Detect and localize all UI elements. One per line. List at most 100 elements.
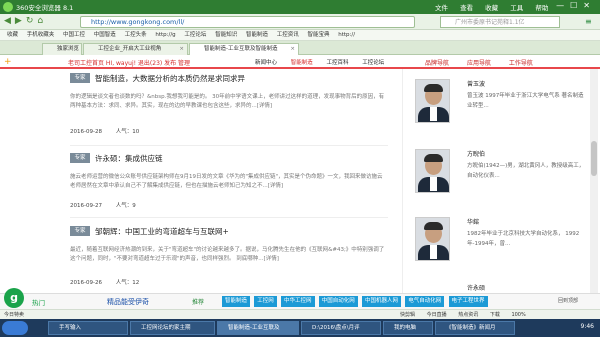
taskbar-item[interactable]: D:\2016\盘点\月评 (301, 321, 381, 335)
tab-label: 独家浏览 (57, 46, 80, 52)
nav-news[interactable]: 新闻中心 (255, 60, 277, 66)
status-right: 快剪辑 今日直播 热点资讯 下载 100% (400, 311, 536, 318)
tab-item[interactable]: 工控企业_开启大工业视角 × (83, 43, 188, 55)
divider (70, 217, 388, 218)
article-item: 专家 邹朝辉：中国工业的弯道超车与互联网+ 最近，随着互联网经济热潮的到来，关于… (70, 226, 388, 290)
site-logo-icon[interactable]: g (4, 288, 24, 308)
tab-item[interactable]: 独家浏览 (42, 43, 82, 55)
partner-link[interactable]: 中国自动化网 (318, 296, 358, 307)
tab-bar: 独家浏览 工控企业_开启大工业视角 × 智能制造-工业互联及智能制造 × (0, 41, 600, 55)
nav-buttons[interactable]: ◀▶↻⌂ (4, 16, 47, 26)
add-icon[interactable]: + (4, 57, 12, 67)
url-input[interactable]: http://www.gongkong.com/ll/ (80, 16, 415, 28)
site-nav-items: 新闻中心 智能制造 工控百科 工控论坛 (255, 58, 396, 66)
menu-tools[interactable]: 工具 (510, 4, 523, 12)
browser-title: 360安全浏览器 8.1 (16, 4, 74, 12)
hot-label[interactable]: 热门 (32, 297, 45, 307)
browser-menu: 文件 查看 收藏 工具 帮助 (435, 2, 558, 12)
start-button[interactable] (2, 321, 28, 335)
nav-encyclopedia[interactable]: 工控百科 (327, 60, 349, 66)
expert-name[interactable]: 方睨伯 (467, 149, 485, 158)
expert-card[interactable]: 方睨伯 方睨伯(1942—)男，湖北黄冈人，教授级高工，自动化仪表... (415, 149, 585, 199)
address-bar: ◀▶↻⌂ http://www.gongkong.com/ll/ ⚲ 广州市委原… (0, 14, 600, 30)
window-controls[interactable]: —☐✕ (556, 1, 596, 10)
status-item[interactable]: 下载 (490, 312, 500, 318)
article-title[interactable]: 智能制造，大数据分析的本质仍然是求同求异 (95, 73, 245, 84)
close-tab-icon[interactable]: × (179, 44, 184, 55)
tab-label: 工控企业_开启大工业视角 (98, 46, 162, 52)
bookmark-item[interactable]: 智能宝典 (307, 30, 329, 41)
recommend-label: 推荐 (192, 299, 205, 306)
nav-work[interactable]: 工作导航 (509, 60, 533, 67)
partner-link[interactable]: 电气自动化网 (405, 296, 445, 307)
zoom-level[interactable]: 100% (511, 312, 525, 318)
tab-item-active[interactable]: 智能制造-工业互联及智能制造 × (189, 43, 299, 55)
bookmark-item[interactable]: 手机收藏夹 (27, 30, 55, 41)
taskbar-item[interactable]: 手写输入 (48, 321, 128, 335)
bookmark-item[interactable]: http://g (155, 30, 175, 41)
taskbar-item[interactable]: 我的电脑 (383, 321, 433, 335)
expert-photo (415, 217, 450, 261)
nav-application[interactable]: 应用导航 (467, 60, 491, 67)
bookmark-item[interactable]: 收藏 (7, 30, 18, 41)
menu-view[interactable]: 查看 (460, 4, 473, 12)
column-divider (402, 69, 403, 293)
taskbar-item[interactable]: 《智能制造》新闻月 (435, 321, 515, 335)
expert-name[interactable]: 许永硕 (467, 283, 485, 292)
expert-card[interactable]: 华鎔 1982年毕业于北京科技大学自动化系， 1992年-1994年，曾... (415, 217, 585, 267)
article-title[interactable]: 许永硕：集成供应链 (95, 153, 163, 164)
taskbar-item-active[interactable]: 智能制造-工业互联及 (217, 321, 299, 335)
expert-name[interactable]: 华鎔 (467, 217, 479, 226)
article-tag: 专家 (70, 73, 90, 83)
partner-links: 智能制造 工控网 中华工控网 中国自动化网 中国机器人网 电气自动化网 电子工程… (222, 296, 490, 307)
expert-card[interactable]: 曾玉波 曾玉波 1997年毕业于浙江大学电气系 著名制造业转型... (415, 79, 585, 129)
expert-photo (415, 79, 450, 123)
bookmark-item[interactable]: 智能知识 (215, 30, 237, 41)
status-bar: 今日特卖 快剪辑 今日直播 热点资讯 下载 100% (0, 309, 600, 319)
article-date: 2016-09-27 (70, 203, 102, 209)
partner-link[interactable]: 中国机器人网 (362, 296, 402, 307)
scrollbar-thumb[interactable] (591, 141, 597, 176)
status-item[interactable]: 热点资讯 (458, 312, 478, 318)
status-left[interactable]: 今日特卖 (4, 311, 24, 318)
partner-link[interactable]: 智能制造 (222, 296, 251, 307)
bookmark-item[interactable]: http:// (338, 30, 355, 41)
article-excerpt: 你的逻辑是谈文者也谈数的吗？&nbsp.我想我可能是的。 30年前中学语文课上，… (70, 94, 385, 109)
article-title[interactable]: 邹朝辉：中国工业的弯道超车与互联网+ (95, 226, 229, 237)
boutique-link[interactable]: 精品能受伊奇 (107, 297, 149, 307)
expert-bio: 1982年毕业于北京科技大学自动化系， 1992年-1994年，曾... (467, 231, 580, 247)
bookmark-item[interactable]: 工控头条 (125, 30, 147, 41)
menu-help[interactable]: 帮助 (535, 4, 548, 12)
bookmark-item[interactable]: 中国工控 (63, 30, 85, 41)
scrollbar[interactable] (590, 69, 598, 293)
status-item[interactable]: 今日直播 (427, 312, 447, 318)
partner-link[interactable]: 中华工控网 (281, 296, 315, 307)
hamburger-menu-icon[interactable]: ≡ (585, 17, 592, 26)
divider (70, 145, 388, 146)
expert-name[interactable]: 曾玉波 (467, 79, 485, 88)
nav-brand[interactable]: 品牌导航 (425, 60, 449, 67)
partner-link[interactable]: 电子工程世界 (448, 296, 488, 307)
article-meta: 2016-09-27 人气：9 (70, 201, 148, 209)
article-excerpt: 最近，随着互联网经济热潮的到来，关于"弯道超车"的讨论越来越多了。据说，马化腾先… (70, 247, 385, 262)
article-meta: 2016-09-26 人气：12 (70, 278, 151, 286)
partner-link[interactable]: 工控网 (254, 296, 277, 307)
menu-file[interactable]: 文件 (435, 4, 448, 12)
clock: 9:46 (580, 323, 594, 330)
close-tab-icon[interactable]: × (290, 44, 295, 55)
taskbar-item[interactable]: 工控网论坛的家主期 (130, 321, 215, 335)
search-input[interactable]: 广州市委原书记苑释1.1亿 (440, 16, 560, 28)
nav-smart-manufacturing[interactable]: 智能制造 (291, 60, 313, 66)
user-links[interactable]: 老司工控首页 HI, wayuj! 退出(23) 发布 管理 (68, 58, 190, 67)
back-to-top-button[interactable]: 回到顶部 (558, 297, 578, 304)
nav-forum[interactable]: 工控论坛 (362, 60, 384, 66)
bookmark-item[interactable]: 中国智造 (94, 30, 116, 41)
menu-favorites[interactable]: 收藏 (485, 4, 498, 12)
bookmark-item[interactable]: 工控论坛 (184, 30, 206, 41)
bookmark-item[interactable]: 智能制造 (246, 30, 268, 41)
status-item[interactable]: 快剪辑 (400, 312, 415, 318)
expert-card[interactable]: 许永硕 (415, 283, 585, 293)
browser-logo-icon (3, 2, 13, 12)
bookmark-item[interactable]: 工控资讯 (277, 30, 299, 41)
tab-label: 智能制造-工业互联及智能制造 (204, 46, 278, 52)
